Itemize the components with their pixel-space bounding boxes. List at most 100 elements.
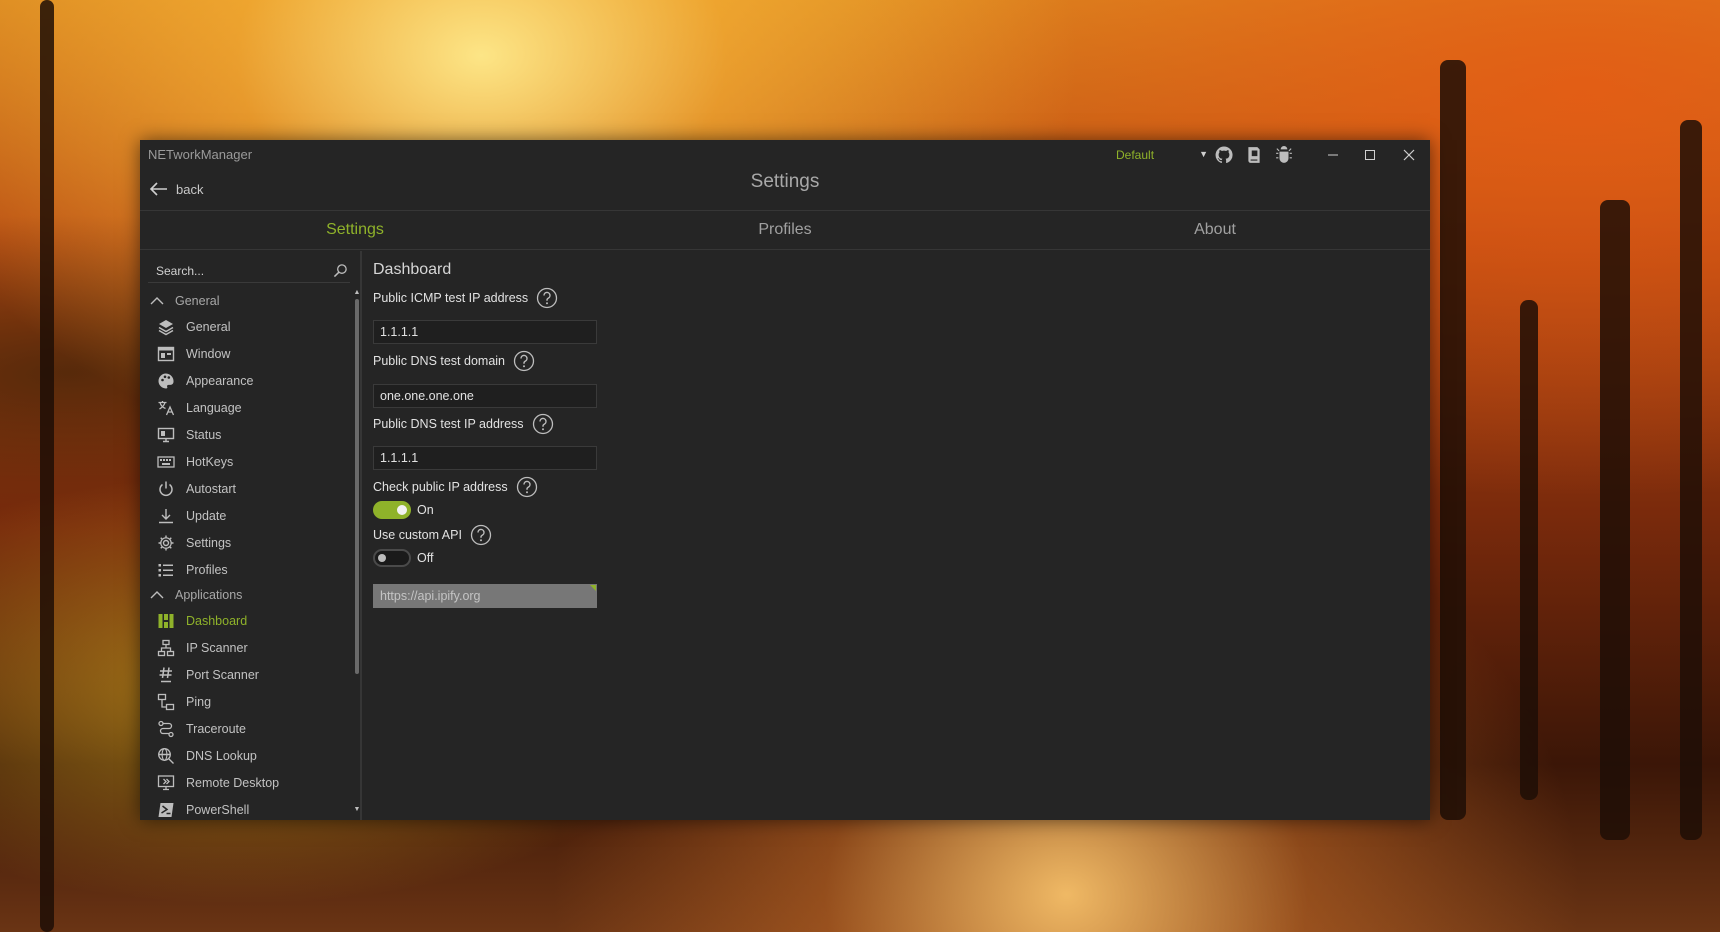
dns-domain-label: Public DNS test domain (373, 350, 535, 372)
toggle-knob (378, 554, 386, 562)
sidebar-item-label: Window (186, 346, 231, 361)
remote-desktop-icon (157, 774, 175, 792)
hash-icon (157, 666, 175, 684)
sidebar-item-settings[interactable]: Settings (140, 529, 350, 556)
powershell-icon (157, 801, 175, 819)
route-icon (157, 720, 175, 738)
icmp-test-label: Public ICMP test IP address (373, 287, 558, 309)
github-icon[interactable] (1214, 145, 1234, 165)
sidebar-item-ping[interactable]: Ping (140, 688, 350, 715)
sidebar-item-label: Traceroute (186, 721, 246, 736)
help-icon[interactable] (513, 350, 535, 372)
scroll-up-icon[interactable]: ▲ (353, 289, 361, 297)
window-icon (157, 345, 175, 363)
profile-dropdown-value: Default (1116, 148, 1155, 162)
settings-sidebar: Search... General General Window Appeara… (140, 251, 362, 820)
section-title: Dashboard (373, 261, 452, 278)
search-placeholder: Search... (156, 264, 205, 278)
background-tree-trunk (1680, 120, 1702, 840)
sidebar-item-label: Port Scanner (186, 667, 259, 682)
sidebar-item-remote-desktop[interactable]: Remote Desktop (140, 769, 350, 796)
maximize-button[interactable] (1355, 142, 1385, 168)
sidebar-item-dashboard[interactable]: Dashboard (140, 607, 350, 634)
check-ip-toggle-state: On (417, 503, 434, 517)
help-icon[interactable] (536, 287, 558, 309)
dns-domain-input[interactable]: one.one.one.one (373, 384, 597, 408)
globe-search-icon (157, 747, 175, 765)
download-icon (157, 507, 175, 525)
sidebar-item-autostart[interactable]: Autostart (140, 475, 350, 502)
close-button[interactable] (1394, 142, 1424, 168)
sidebar-item-status[interactable]: Status (140, 421, 350, 448)
background-tree-trunk (1600, 200, 1630, 840)
sidebar-item-label: Profiles (186, 562, 228, 577)
dns-domain-label-text: Public DNS test domain (373, 354, 506, 368)
icmp-test-label-text: Public ICMP test IP address (373, 291, 529, 305)
title-bar[interactable]: NETworkManager Default ▼ (140, 140, 1430, 170)
check-ip-label-text: Check public IP address (373, 480, 508, 494)
scroll-down-icon[interactable]: ▼ (353, 806, 361, 814)
sidebar-item-label: PowerShell (186, 802, 250, 817)
sidebar-item-window[interactable]: Window (140, 340, 350, 367)
translate-icon (157, 399, 175, 417)
custom-api-url-input[interactable]: https://api.ipify.org (373, 584, 597, 608)
sidebar-group-applications[interactable]: Applications (140, 583, 350, 607)
icmp-test-ip-input[interactable]: 1.1.1.1 (373, 320, 597, 344)
custom-api-toggle-row: Off (373, 549, 433, 567)
dns-ip-label-text: Public DNS test IP address (373, 417, 524, 431)
app-title: NETworkManager (148, 147, 253, 162)
sidebar-group-general[interactable]: General (140, 289, 350, 313)
toggle-knob (397, 505, 407, 515)
sidebar-item-hotkeys[interactable]: HotKeys (140, 448, 350, 475)
sidebar-scrollbar[interactable]: ▲ ▼ (353, 289, 361, 814)
minimize-button[interactable] (1318, 142, 1348, 168)
bug-icon[interactable] (1274, 145, 1294, 165)
sidebar-item-language[interactable]: Language (140, 394, 350, 421)
tab-profiles[interactable]: Profiles (570, 211, 1000, 249)
background-tree-trunk (1440, 60, 1466, 820)
custom-api-url-value: https://api.ipify.org (380, 589, 481, 603)
tab-about[interactable]: About (1000, 211, 1430, 249)
chevron-down-icon: ▼ (1199, 149, 1208, 159)
monitor-icon (157, 426, 175, 444)
sidebar-group-label: Applications (175, 588, 243, 602)
sidebar-item-label: Update (186, 508, 227, 523)
check-ip-toggle[interactable] (373, 501, 411, 519)
sidebar-item-powershell[interactable]: PowerShell (140, 796, 350, 820)
scrollbar-thumb[interactable] (355, 299, 359, 674)
page-title: Settings (750, 171, 820, 192)
sidebar-item-label: Status (186, 427, 222, 442)
sidebar-item-profiles[interactable]: Profiles (140, 556, 350, 583)
help-icon[interactable] (532, 413, 554, 435)
profile-dropdown[interactable]: Default ▼ (1116, 144, 1210, 166)
sidebar-item-appearance[interactable]: Appearance (140, 367, 350, 394)
sidebar-item-ip-scanner[interactable]: IP Scanner (140, 634, 350, 661)
tab-settings[interactable]: Settings (140, 211, 570, 249)
sidebar-item-traceroute[interactable]: Traceroute (140, 715, 350, 742)
power-icon (157, 480, 175, 498)
sidebar-item-dns-lookup[interactable]: DNS Lookup (140, 742, 350, 769)
search-input[interactable]: Search... (148, 259, 350, 283)
main-tabs: Settings Profiles About (140, 210, 1430, 250)
sidebar-item-update[interactable]: Update (140, 502, 350, 529)
dashboard-icon (157, 612, 175, 630)
keyboard-icon (157, 453, 175, 471)
help-icon[interactable] (470, 524, 492, 546)
custom-api-toggle[interactable] (373, 549, 411, 567)
app-window: NETworkManager Default ▼ back Settings S… (140, 140, 1430, 820)
background-tree-trunk (40, 0, 54, 932)
sidebar-item-port-scanner[interactable]: Port Scanner (140, 661, 350, 688)
sidebar-item-label: HotKeys (186, 454, 234, 469)
help-icon[interactable] (516, 476, 538, 498)
sidebar-nav: General General Window Appearance Langua… (140, 289, 350, 820)
dns-ip-input[interactable]: 1.1.1.1 (373, 446, 597, 470)
settings-content: Dashboard Public ICMP test IP address 1.… (373, 251, 1423, 820)
custom-api-label: Use custom API (373, 524, 492, 546)
background-tree-trunk (1520, 300, 1538, 800)
dns-ip-label: Public DNS test IP address (373, 413, 554, 435)
search-icon (333, 264, 347, 278)
book-icon[interactable] (1244, 145, 1264, 165)
sidebar-item-general[interactable]: General (140, 313, 350, 340)
sidebar-item-label: Ping (186, 694, 212, 709)
sidebar-item-label: Appearance (186, 373, 254, 388)
